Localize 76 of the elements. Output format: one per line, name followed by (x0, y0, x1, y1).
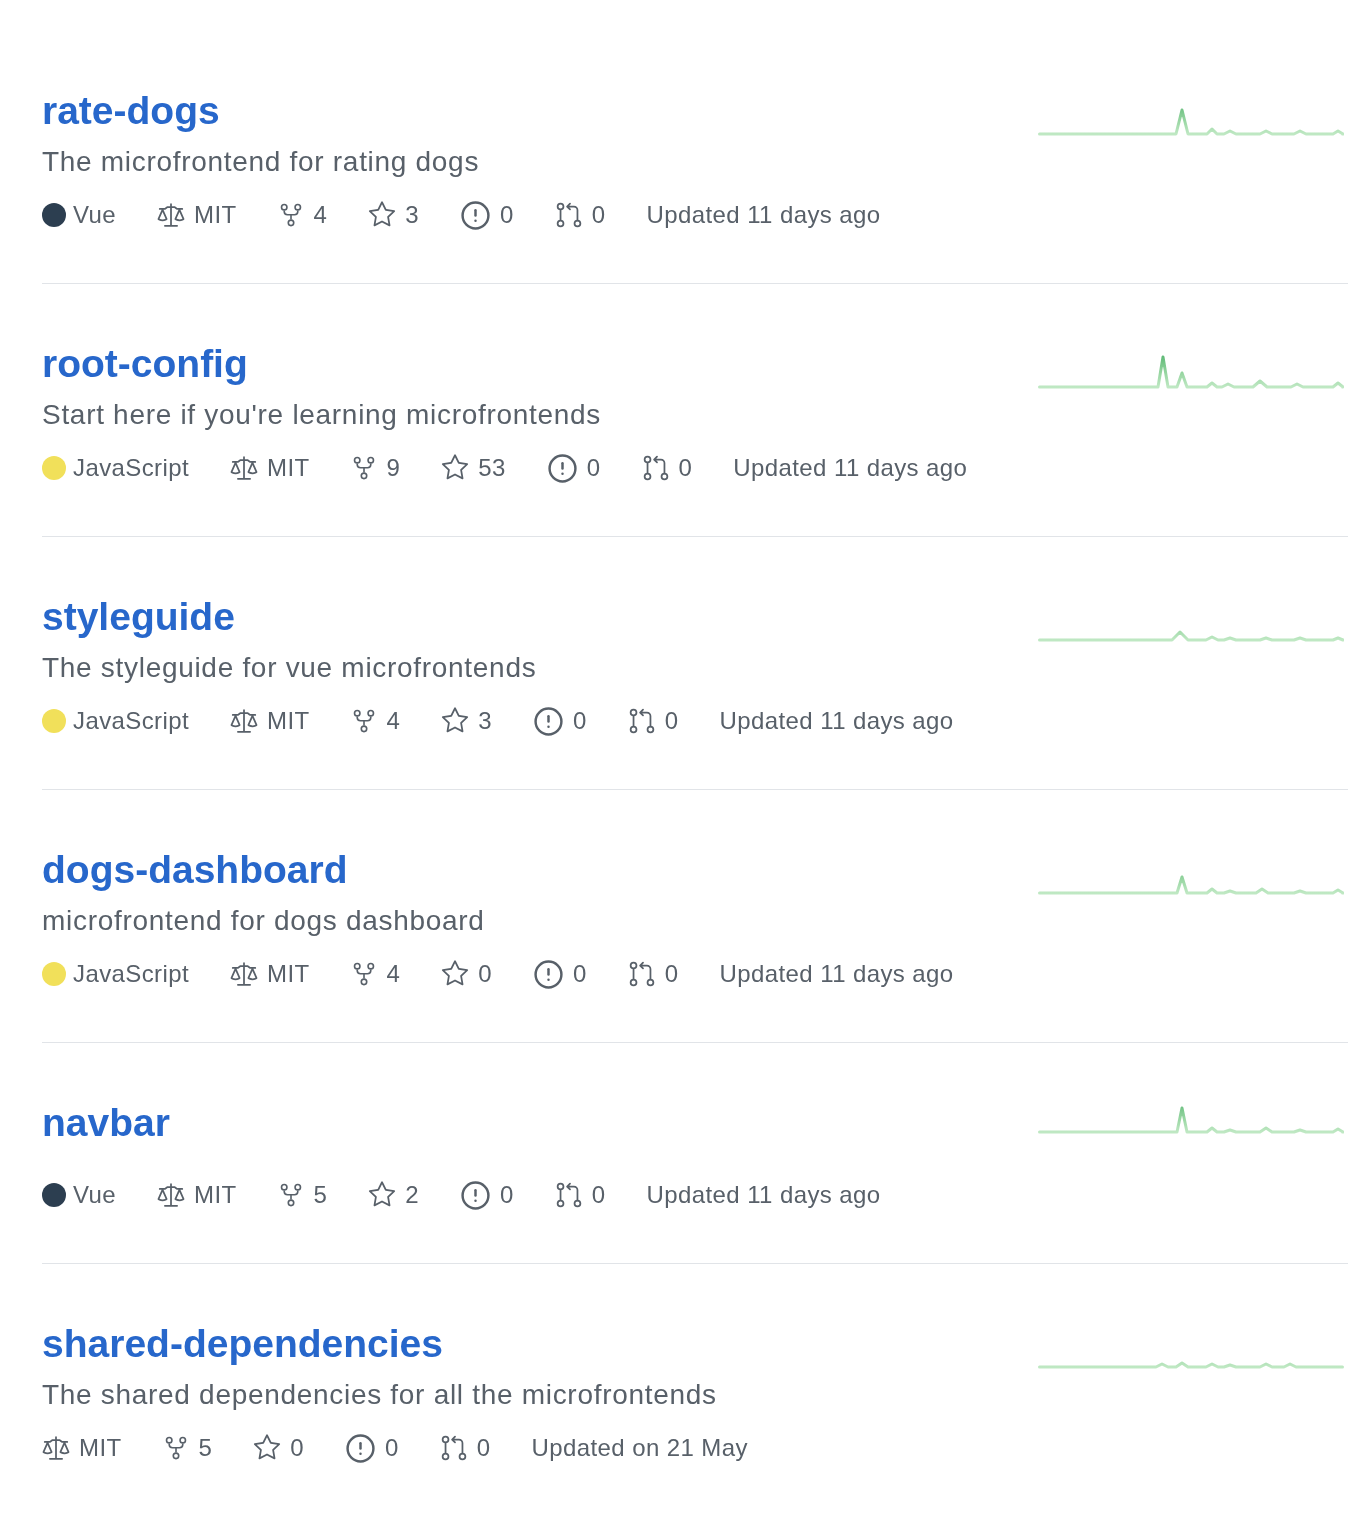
language-name: JavaScript (73, 959, 190, 989)
pull-requests-link[interactable]: 0 (554, 199, 606, 231)
updated-time: Updated 11 days ago (733, 453, 968, 483)
updated-time: Updated 11 days ago (646, 200, 881, 230)
exclamation-circle-icon (460, 199, 492, 231)
repo-description: Start here if you're learning microfrontends (42, 398, 602, 432)
issues-link[interactable]: 0 (460, 199, 514, 231)
license-label: MIT (194, 1180, 237, 1210)
license-label: MIT (267, 706, 310, 736)
pull-requests-link[interactable]: 0 (439, 1432, 491, 1464)
issues-link[interactable]: 0 (345, 1432, 399, 1464)
language-name: Vue (73, 1180, 116, 1210)
updated-time: Updated on 21 May (531, 1433, 748, 1463)
license-label: MIT (79, 1433, 122, 1463)
exclamation-circle-icon (533, 705, 565, 737)
exclamation-circle-icon (460, 1179, 492, 1211)
stars-link[interactable]: 3 (441, 705, 493, 737)
pull-request-icon (627, 960, 656, 988)
issues-link[interactable]: 0 (533, 958, 587, 990)
pull-requests-link[interactable]: 0 (627, 705, 679, 737)
exclamation-circle-icon (533, 958, 565, 990)
pull-request-icon (439, 1434, 468, 1462)
repo-name-link[interactable]: dogs-dashboard (42, 848, 348, 892)
repo-name-link[interactable]: navbar (42, 1101, 170, 1145)
language-name: JavaScript (73, 453, 190, 483)
forks-link[interactable]: 4 (350, 958, 401, 990)
star-icon (368, 1181, 397, 1209)
star-icon (253, 1434, 282, 1462)
language-name: Vue (73, 200, 116, 230)
exclamation-circle-icon (345, 1432, 377, 1464)
updated-time: Updated 11 days ago (646, 1180, 881, 1210)
star-icon (441, 707, 470, 735)
repo-name-link[interactable]: shared-dependencies (42, 1322, 443, 1366)
stars-link[interactable]: 3 (368, 199, 420, 231)
pull-requests-link[interactable]: 0 (554, 1179, 606, 1211)
stars-link[interactable]: 53 (441, 452, 506, 484)
star-icon (368, 201, 397, 229)
stars-link[interactable]: 2 (368, 1179, 420, 1211)
issues-link[interactable]: 0 (533, 705, 587, 737)
language-name: JavaScript (73, 706, 190, 736)
forks-link[interactable]: 5 (277, 1179, 328, 1211)
license-label: MIT (267, 453, 310, 483)
repo-description: The styleguide for vue microfrontends (42, 651, 537, 685)
issues-link[interactable]: 0 (460, 1179, 514, 1211)
repo-name-link[interactable]: root-config (42, 342, 248, 386)
pull-request-icon (554, 201, 583, 229)
repo-description: microfrontend for dogs dashboard (42, 904, 485, 938)
updated-time: Updated 11 days ago (719, 706, 954, 736)
pull-request-icon (554, 1181, 583, 1209)
updated-time: Updated 11 days ago (719, 959, 954, 989)
repo-description: The shared dependencies for all the microfrontends (42, 1378, 717, 1412)
repo-name-link[interactable]: styleguide (42, 595, 235, 639)
exclamation-circle-icon (546, 452, 578, 484)
pull-request-icon (641, 454, 670, 482)
forks-link[interactable]: 5 (162, 1432, 213, 1464)
forks-link[interactable]: 4 (277, 199, 328, 231)
scale-icon (230, 454, 259, 482)
repo-description: The microfrontend for rating dogs (42, 145, 480, 179)
scale-icon (157, 201, 185, 229)
star-icon (441, 960, 470, 988)
scale-icon (157, 1181, 185, 1209)
stars-link[interactable]: 0 (253, 1432, 305, 1464)
issues-link[interactable]: 0 (546, 452, 601, 484)
star-icon (441, 454, 470, 482)
pull-requests-link[interactable]: 0 (641, 452, 693, 484)
repo-name-link[interactable]: rate-dogs (42, 89, 220, 133)
scale-icon (42, 1434, 70, 1462)
pull-requests-link[interactable]: 0 (627, 958, 679, 990)
forks-link[interactable]: 9 (350, 452, 401, 484)
pull-request-icon (627, 707, 656, 735)
license-label: MIT (194, 200, 237, 230)
scale-icon (230, 960, 259, 988)
forks-link[interactable]: 4 (350, 705, 401, 737)
stars-link[interactable]: 0 (441, 958, 493, 990)
scale-icon (230, 707, 259, 735)
license-label: MIT (267, 959, 310, 989)
